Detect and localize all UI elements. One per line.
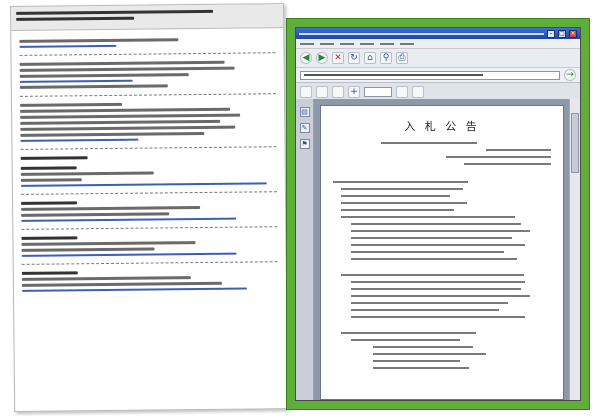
pdf-find-icon[interactable] xyxy=(412,86,424,98)
title-bar: – □ × xyxy=(296,28,580,39)
pdf-hand-icon[interactable] xyxy=(332,86,344,98)
list-item xyxy=(20,164,277,187)
annotations-icon[interactable]: ✎ xyxy=(299,123,310,133)
browser-toolbar: ◀ ▶ ✕ ↻ ⌂ ⚲ ⎙ xyxy=(296,49,580,68)
pdf-viewport: ▤ ✎ ⚑ 入 札 公 告 xyxy=(296,99,580,400)
home-button[interactable]: ⌂ xyxy=(364,52,376,64)
browser-window: – □ × ◀ ▶ ✕ ↻ ⌂ ⚲ ⎙ → + ▤ ✎ ⚑ 入 札 公 告 xyxy=(295,27,581,401)
pdf-side-panel: ▤ ✎ ⚑ xyxy=(296,99,314,400)
email-list-header xyxy=(20,154,277,160)
maximize-button[interactable]: □ xyxy=(558,29,566,38)
email-paragraph xyxy=(19,60,276,89)
pdf-save-icon[interactable] xyxy=(300,86,312,98)
list-item xyxy=(21,234,277,257)
pdf-zoom-icon[interactable]: + xyxy=(348,86,360,98)
close-button[interactable]: × xyxy=(569,29,577,38)
document-heading: 入 札 公 告 xyxy=(404,120,480,133)
highlight-frame: – □ × ◀ ▶ ✕ ↻ ⌂ ⚲ ⎙ → + ▤ ✎ ⚑ 入 札 公 告 xyxy=(286,18,590,410)
minimize-button[interactable]: – xyxy=(547,29,555,38)
pages-icon[interactable]: ▤ xyxy=(299,107,310,117)
pdf-page-icon[interactable] xyxy=(396,86,408,98)
forward-button[interactable]: ▶ xyxy=(316,52,328,64)
email-intro xyxy=(19,37,275,48)
pdf-page: 入 札 公 告 xyxy=(320,105,564,400)
list-item xyxy=(21,269,278,292)
address-input[interactable] xyxy=(300,70,560,80)
stop-button[interactable]: ✕ xyxy=(332,52,344,64)
address-bar: → xyxy=(296,68,580,83)
vertical-scrollbar[interactable] xyxy=(569,99,580,400)
print-button[interactable]: ⎙ xyxy=(396,52,408,64)
back-button[interactable]: ◀ xyxy=(300,52,312,64)
zoom-level-field[interactable] xyxy=(364,87,392,97)
scrollbar-thumb[interactable] xyxy=(571,113,579,173)
menu-bar xyxy=(296,39,580,49)
email-paragraph xyxy=(20,101,276,142)
refresh-button[interactable]: ↻ xyxy=(348,52,360,64)
go-button[interactable]: → xyxy=(564,69,576,81)
search-button[interactable]: ⚲ xyxy=(380,52,392,64)
email-header xyxy=(11,4,284,31)
bookmarks-icon[interactable]: ⚑ xyxy=(299,139,310,149)
email-printout xyxy=(10,3,289,412)
email-body xyxy=(11,28,286,305)
pdf-print-icon[interactable] xyxy=(316,86,328,98)
list-item xyxy=(21,199,277,222)
